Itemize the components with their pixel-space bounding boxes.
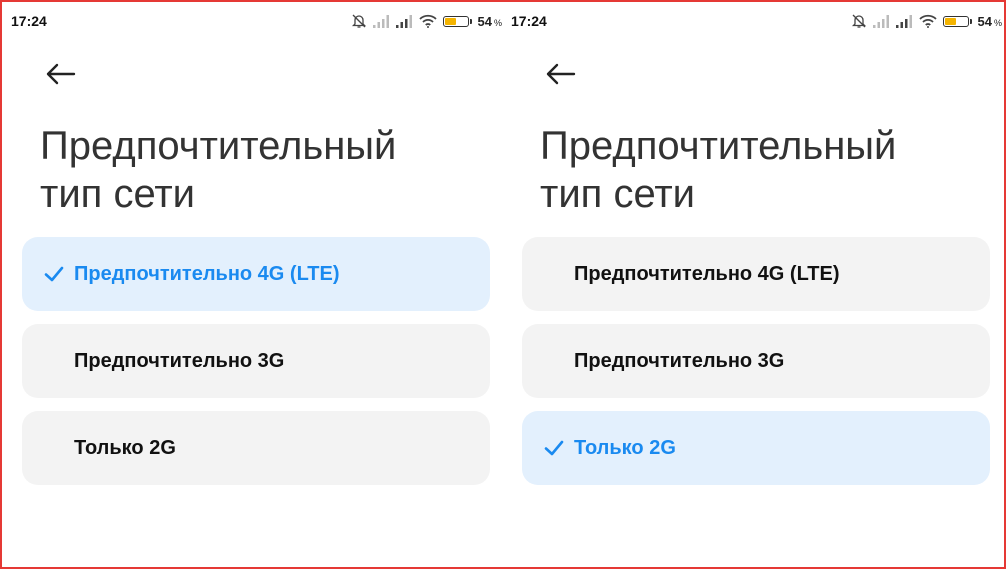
status-bar: 17:24 54 % xyxy=(4,4,504,36)
option-prefer-4g[interactable]: Предпочтительно 4G (LTE) xyxy=(522,237,990,311)
arrow-left-icon[interactable] xyxy=(42,60,78,88)
option-label: Предпочтительно 3G xyxy=(74,350,285,372)
battery-percent: 54% xyxy=(477,13,502,29)
battery-fill xyxy=(444,17,457,25)
status-bar: 17:24 54 % xyxy=(504,4,1004,36)
option-label: Только 2G xyxy=(74,437,176,459)
cell-signal-icon xyxy=(895,14,912,28)
battery-icon xyxy=(442,15,472,27)
arrow-left-icon[interactable] xyxy=(542,60,578,88)
checkmark-icon xyxy=(44,266,64,282)
status-icons: 54% xyxy=(851,12,1002,30)
cell-signal-icon xyxy=(872,14,889,28)
option-label: Предпочтительно 4G (LTE) xyxy=(74,263,340,285)
option-prefer-3g[interactable]: Предпочтительно 3G xyxy=(22,324,490,398)
wifi-icon xyxy=(418,14,437,28)
option-prefer-4g[interactable]: Предпочтительно 4G (LTE) xyxy=(22,237,490,311)
phone-screen-right: 17:24 54 % Предпочтительный тип сети Пре… xyxy=(504,4,1004,569)
option-2g-only[interactable]: Только 2G xyxy=(522,411,990,485)
battery-fill xyxy=(944,17,957,25)
page-title: Предпочтительный тип сети xyxy=(540,124,897,216)
phone-screen-left: 17:24 54 % Предпочтительный тип сети Пре… xyxy=(4,4,504,569)
status-time: 17:24 xyxy=(511,13,547,29)
wifi-icon xyxy=(918,14,937,28)
bell-off-icon xyxy=(851,14,866,28)
option-2g-only[interactable]: Только 2G xyxy=(22,411,490,485)
battery-percent: 54% xyxy=(977,13,1002,29)
status-icons: 54% xyxy=(351,12,502,30)
screenshot-frame: 17:24 54 % Предпочтительный тип сети Пре… xyxy=(0,0,1006,569)
option-prefer-3g[interactable]: Предпочтительно 3G xyxy=(522,324,990,398)
option-label: Предпочтительно 4G (LTE) xyxy=(574,263,840,285)
page-title: Предпочтительный тип сети xyxy=(40,124,397,216)
cell-signal-icon xyxy=(372,14,389,28)
checkmark-icon xyxy=(544,440,564,456)
bell-off-icon xyxy=(351,14,366,28)
status-time: 17:24 xyxy=(11,13,47,29)
option-label: Предпочтительно 3G xyxy=(574,350,785,372)
battery-icon xyxy=(942,15,972,27)
option-label: Только 2G xyxy=(574,437,676,459)
cell-signal-icon xyxy=(395,14,412,28)
